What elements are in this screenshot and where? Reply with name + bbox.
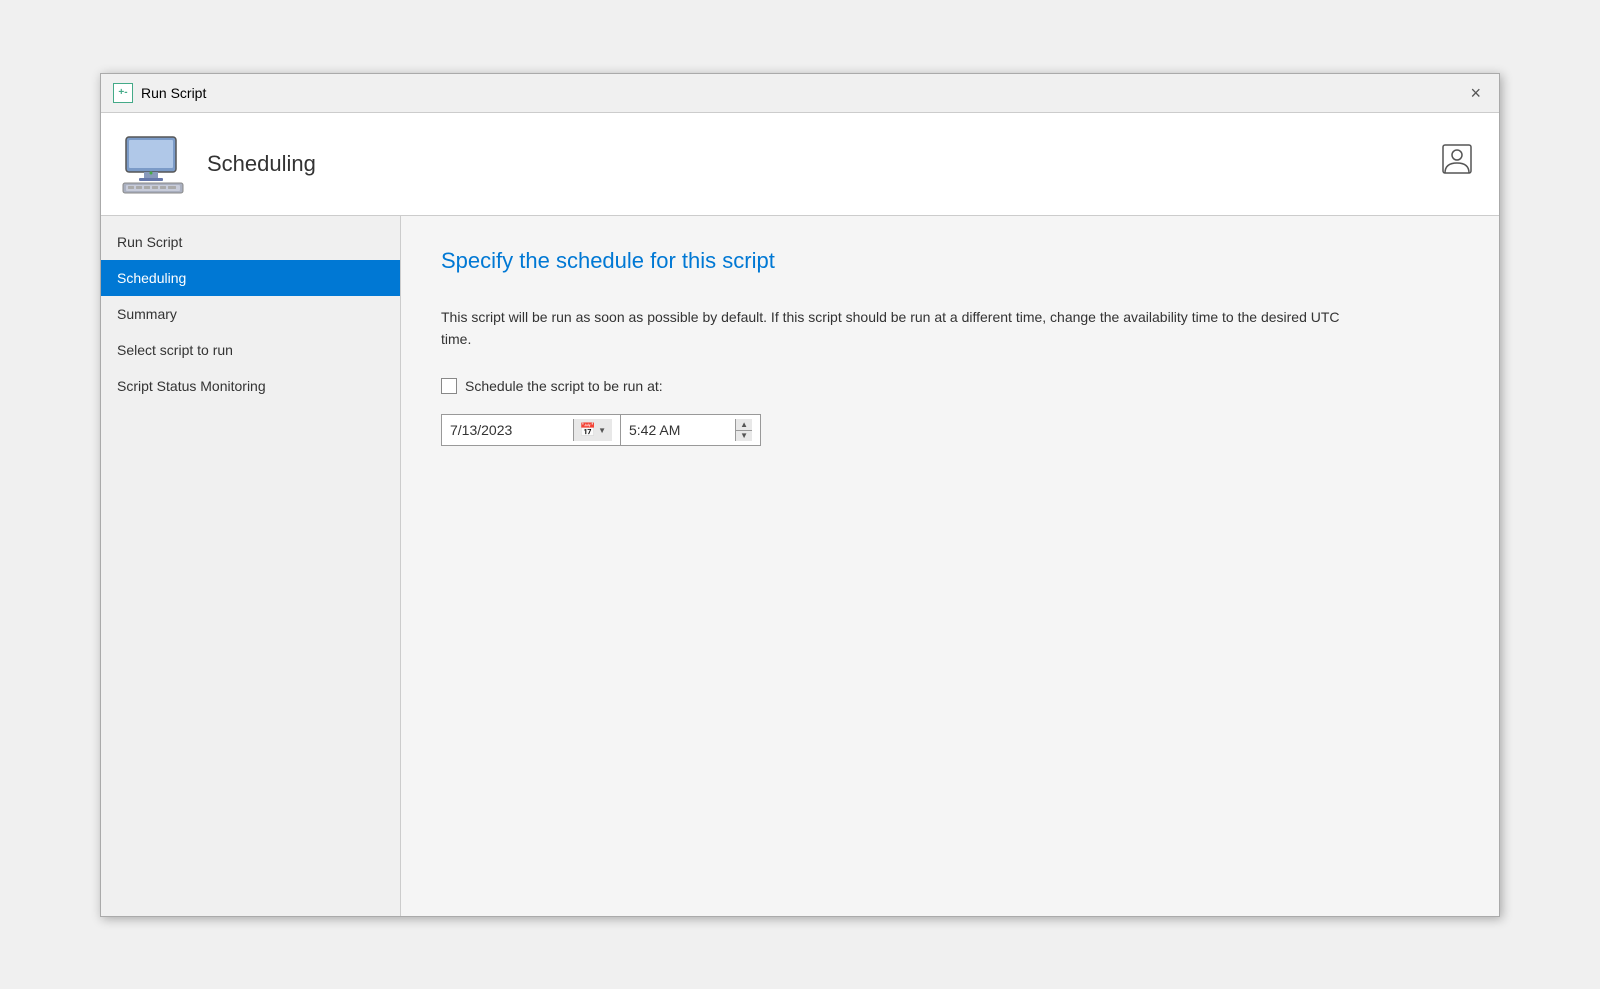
dialog-title: Run Script — [141, 85, 206, 101]
time-field[interactable]: 5:42 AM ▲ ▼ — [621, 414, 761, 446]
computer-icon — [121, 129, 191, 199]
main-content: Run Script Scheduling Summary Select scr… — [101, 216, 1499, 916]
date-value: 7/13/2023 — [450, 422, 573, 438]
header-title: Scheduling — [207, 151, 316, 177]
date-field[interactable]: 7/13/2023 📅 ▼ — [441, 414, 621, 446]
sidebar-item-run-script[interactable]: Run Script — [101, 224, 400, 260]
header-area: Scheduling — [101, 113, 1499, 216]
datetime-row: 7/13/2023 📅 ▼ 5:42 AM ▲ ▼ — [441, 414, 1459, 446]
time-value: 5:42 AM — [629, 422, 735, 438]
sidebar-item-summary[interactable]: Summary — [101, 296, 400, 332]
title-bar: +- Run Script × — [101, 74, 1499, 113]
sidebar: Run Script Scheduling Summary Select scr… — [101, 216, 401, 916]
calendar-icon: 📅 — [580, 422, 596, 438]
sidebar-item-script-status[interactable]: Script Status Monitoring — [101, 368, 400, 404]
time-spinner[interactable]: ▲ ▼ — [735, 419, 752, 441]
chevron-down-icon: ▼ — [598, 426, 606, 435]
schedule-checkbox[interactable] — [441, 378, 457, 394]
schedule-checkbox-row: Schedule the script to be run at: — [441, 378, 1459, 394]
header-left: Scheduling — [121, 129, 316, 199]
sidebar-item-scheduling[interactable]: Scheduling — [101, 260, 400, 296]
close-button[interactable]: × — [1464, 82, 1487, 104]
title-bar-left: +- Run Script — [113, 83, 206, 103]
content-heading: Specify the schedule for this script — [441, 248, 1459, 274]
sidebar-item-select-script[interactable]: Select script to run — [101, 332, 400, 368]
date-picker-button[interactable]: 📅 ▼ — [573, 419, 612, 441]
content-panel: Specify the schedule for this script Thi… — [401, 216, 1499, 916]
schedule-label: Schedule the script to be run at: — [465, 378, 663, 394]
run-script-icon: +- — [113, 83, 133, 103]
run-script-dialog: +- Run Script × — [100, 73, 1500, 917]
user-icon — [1439, 141, 1479, 186]
description-text: This script will be run as soon as possi… — [441, 306, 1341, 351]
time-increment-button[interactable]: ▲ — [736, 419, 752, 431]
time-decrement-button[interactable]: ▼ — [736, 431, 752, 442]
